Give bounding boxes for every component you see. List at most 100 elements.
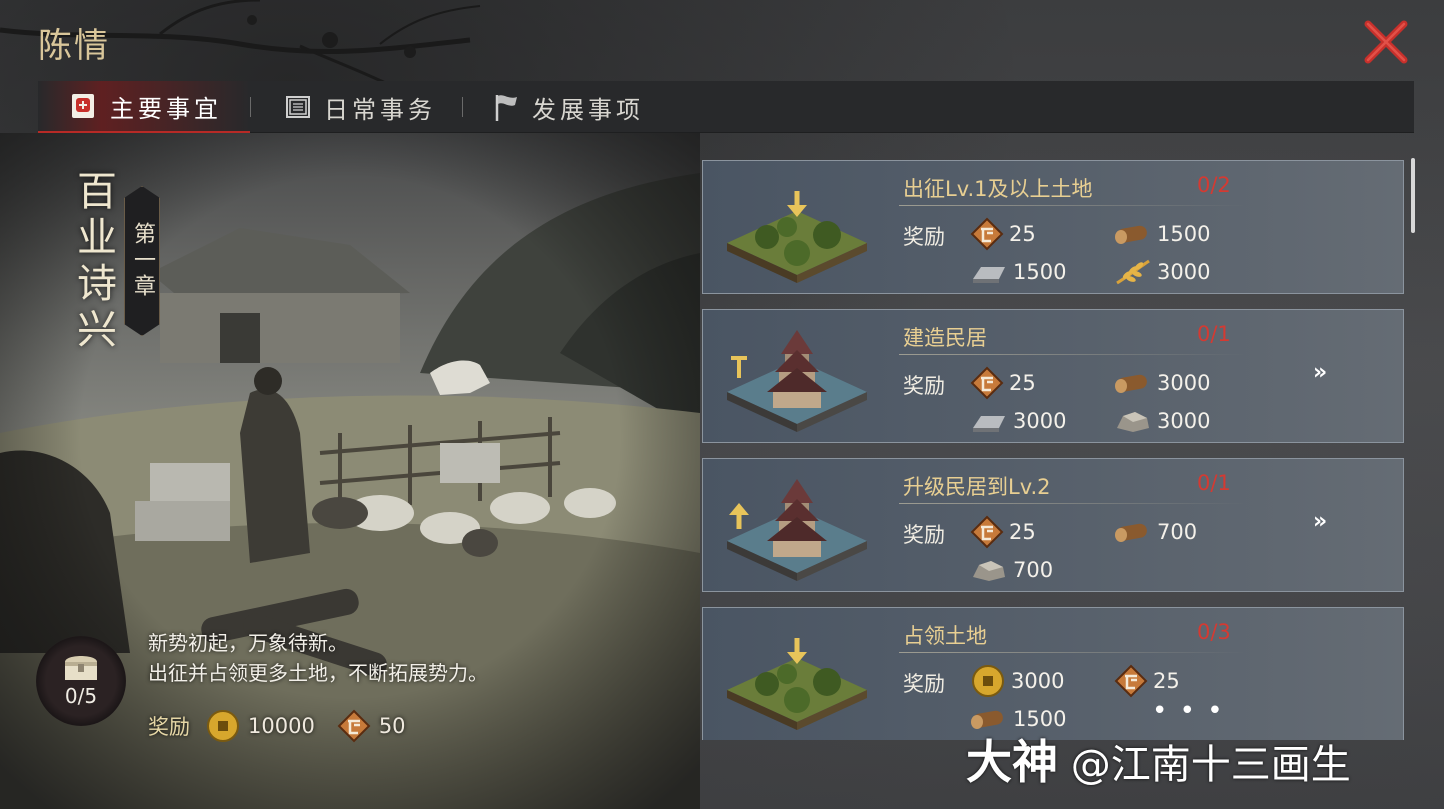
reward-amount: 3000 bbox=[1157, 260, 1211, 284]
more-rewards-ellipsis: • • • bbox=[1152, 696, 1225, 726]
watermark-brand: 大神 bbox=[966, 735, 1058, 789]
title-divider bbox=[899, 652, 1245, 653]
reward-amount: 700 bbox=[1157, 520, 1198, 544]
reward-amount: 25 bbox=[1009, 222, 1036, 246]
title-divider bbox=[899, 354, 1245, 355]
reward-item: 10000 bbox=[206, 709, 315, 743]
close-button[interactable] bbox=[1362, 20, 1410, 64]
reward-amount: 1500 bbox=[1013, 260, 1067, 284]
more-chevron-icon[interactable]: » bbox=[1313, 509, 1327, 534]
task-title: 建造民居 bbox=[903, 326, 987, 350]
task-progress: 0/1 bbox=[1197, 322, 1231, 346]
chapter-name: 百业诗兴 bbox=[70, 170, 116, 354]
reward-amount: 700 bbox=[1013, 558, 1054, 582]
task-card[interactable]: 出征Lv.1及以上土地 0/2 奖励 25 1500 1500 3000 bbox=[702, 160, 1404, 294]
chapter-tag-label: 第一章 bbox=[130, 222, 155, 300]
reward-item: 1500 bbox=[969, 255, 1066, 289]
task-title: 占领土地 bbox=[903, 624, 987, 648]
watermark: 大神 @江南十三画生 bbox=[966, 726, 1351, 792]
close-icon bbox=[1364, 20, 1408, 64]
fame-token-icon bbox=[337, 709, 371, 743]
chapter-rewards: 奖励 10000 50 bbox=[148, 706, 428, 746]
scroll-seal-icon bbox=[72, 94, 94, 118]
wood-log-icon bbox=[1115, 523, 1147, 542]
reward-label: 奖励 bbox=[903, 523, 945, 547]
flag-icon bbox=[495, 95, 517, 121]
iron-ingot-icon bbox=[973, 416, 1005, 432]
task-card[interactable]: 升级民居到Lv.2 0/1 奖励 25 700 700 » bbox=[702, 458, 1404, 592]
reward-amount: 3000 bbox=[1157, 371, 1211, 395]
tab-bar: 主要事宜 日常事务 发展事项 bbox=[38, 81, 1414, 133]
tab-label: 主要事宜 bbox=[110, 94, 222, 123]
residence-upgrade-icon bbox=[727, 479, 867, 581]
reward-amount: 3000 bbox=[1011, 669, 1065, 693]
title-divider bbox=[899, 205, 1245, 206]
chapter-description: 新势初起，万象待新。 出征并占领更多土地，不断拓展势力。 bbox=[148, 628, 488, 688]
tab-divider bbox=[250, 97, 251, 117]
description-line: 出征并占领更多土地，不断拓展势力。 bbox=[148, 661, 488, 685]
reward-item: 3000 bbox=[1113, 255, 1210, 289]
page-title: 陈情 bbox=[38, 26, 110, 66]
reward-amount: 1500 bbox=[1157, 222, 1211, 246]
wood-log-icon bbox=[1115, 225, 1147, 244]
task-progress: 0/2 bbox=[1197, 173, 1231, 197]
document-icon bbox=[286, 96, 310, 118]
treasure-chest-icon bbox=[65, 656, 97, 680]
reward-item: 25 bbox=[1113, 664, 1180, 698]
task-list[interactable]: 出征Lv.1及以上土地 0/2 奖励 25 1500 1500 3000 建造民… bbox=[702, 160, 1406, 740]
chest-progress: 0/5 bbox=[64, 684, 98, 708]
chapter-chest-button[interactable]: 0/5 bbox=[36, 636, 126, 726]
task-progress: 0/3 bbox=[1197, 620, 1231, 644]
tab-label: 日常事务 bbox=[324, 95, 436, 124]
reward-item: 25 bbox=[969, 515, 1036, 549]
land-tile-icon bbox=[727, 638, 867, 730]
stone-icon bbox=[1117, 412, 1149, 432]
wood-log-icon bbox=[1115, 374, 1147, 393]
task-title: 升级民居到Lv.2 bbox=[903, 475, 1051, 499]
fame-token-icon bbox=[970, 366, 1004, 400]
reward-item: 25 bbox=[969, 366, 1036, 400]
tab-label: 发展事项 bbox=[532, 95, 644, 124]
reward-label: 奖励 bbox=[148, 715, 190, 739]
reward-label: 奖励 bbox=[903, 225, 945, 249]
reward-amount: 25 bbox=[1153, 669, 1180, 693]
residence-build-icon bbox=[727, 330, 867, 432]
reward-item: 3000 bbox=[969, 404, 1066, 438]
task-list-scrollbar[interactable] bbox=[1411, 158, 1415, 233]
land-tile-icon bbox=[727, 191, 867, 283]
task-progress: 0/1 bbox=[1197, 471, 1231, 495]
copper-coin-icon bbox=[972, 665, 1004, 697]
task-card[interactable]: 占领土地 0/3 奖励 3000 25 1500 bbox=[702, 607, 1404, 740]
reward-item: 700 bbox=[1113, 515, 1197, 549]
copper-coin-icon bbox=[207, 710, 239, 742]
reward-amount: 25 bbox=[1009, 520, 1036, 544]
reward-item: 25 bbox=[969, 217, 1036, 251]
reward-amount: 3000 bbox=[1157, 409, 1211, 433]
tab-development[interactable]: 发展事项 bbox=[490, 81, 720, 133]
reward-item: 700 bbox=[969, 553, 1053, 587]
title-divider bbox=[899, 503, 1245, 504]
grain-icon bbox=[1116, 259, 1150, 285]
watermark-handle: @江南十三画生 bbox=[1070, 742, 1351, 788]
fame-token-icon bbox=[970, 515, 1004, 549]
reward-amount: 3000 bbox=[1013, 409, 1067, 433]
reward-item: 3000 bbox=[1113, 366, 1210, 400]
reward-item: 3000 bbox=[1113, 404, 1210, 438]
reward-item: 3000 bbox=[969, 664, 1064, 698]
iron-ingot-icon bbox=[973, 267, 1005, 283]
reward-label: 奖励 bbox=[903, 374, 945, 398]
stone-icon bbox=[973, 561, 1005, 581]
reward-amount: 10000 bbox=[248, 714, 315, 738]
reward-item: 50 bbox=[337, 709, 406, 743]
tab-divider bbox=[462, 97, 463, 117]
task-card[interactable]: 建造民居 0/1 奖励 25 3000 3000 3000 » bbox=[702, 309, 1404, 443]
reward-item: 1500 bbox=[1113, 217, 1210, 251]
reward-amount: 50 bbox=[378, 714, 406, 738]
tab-daily-affairs[interactable]: 日常事务 bbox=[282, 81, 472, 133]
task-title: 出征Lv.1及以上土地 bbox=[903, 177, 1093, 201]
chapter-tag: 第一章 bbox=[124, 186, 160, 336]
tab-main-affairs[interactable]: 主要事宜 bbox=[38, 81, 250, 133]
reward-label: 奖励 bbox=[903, 672, 945, 696]
more-chevron-icon[interactable]: » bbox=[1313, 360, 1327, 385]
description-line: 新势初起，万象待新。 bbox=[148, 631, 348, 655]
